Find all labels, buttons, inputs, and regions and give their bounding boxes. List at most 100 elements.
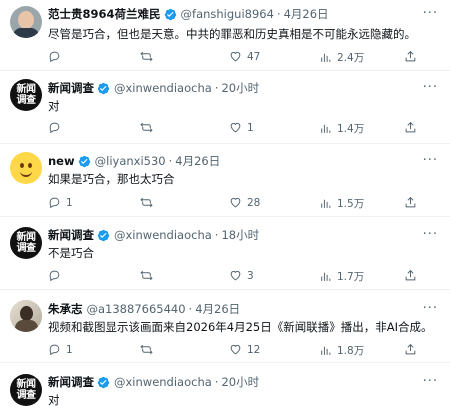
tweet-text: 如果是巧合，那也太巧合: [48, 172, 175, 186]
retweet-icon: [140, 51, 153, 62]
heart-icon: [230, 122, 241, 133]
share-icon: [405, 50, 416, 62]
like-button[interactable]: 12: [229, 343, 260, 356]
avatar[interactable]: [10, 6, 42, 38]
author-name[interactable]: 朱承志: [48, 301, 83, 317]
verified-badge-icon: [78, 155, 90, 167]
heart-icon: [230, 51, 241, 62]
timestamp[interactable]: 4月26日: [195, 301, 240, 317]
retweet-icon: [140, 344, 153, 355]
author-handle[interactable]: @xinwendiaocha: [114, 375, 212, 389]
views-button[interactable]: 1.8万: [319, 343, 364, 358]
more-options-icon[interactable]: ···: [423, 227, 438, 242]
avatar[interactable]: 新闻 调查: [10, 227, 42, 259]
more-options-icon[interactable]: ···: [423, 153, 438, 168]
author-handle[interactable]: @xinwendiaocha: [114, 228, 212, 242]
author-name[interactable]: new: [48, 154, 75, 168]
action-bar: 3 1.7万: [48, 269, 428, 285]
retweet-button[interactable]: [140, 196, 158, 209]
tweet-text: 对: [48, 99, 60, 113]
tweet-header: 朱承志 @a13887665440 · 4月26日: [48, 301, 240, 317]
tweet[interactable]: new @liyanxi530 · 4月26日 ··· 如果是巧合，那也太巧合 …: [0, 144, 450, 216]
retweet-button[interactable]: [140, 50, 158, 63]
reply-button[interactable]: [48, 269, 66, 282]
bar-chart-icon: [321, 124, 331, 133]
share-button[interactable]: [404, 50, 417, 63]
reply-button[interactable]: 1: [48, 196, 73, 209]
retweet-icon: [140, 197, 153, 208]
reply-button[interactable]: [48, 50, 66, 63]
tweet-header: 新闻调查 @xinwendiaocha · 20小时: [48, 80, 259, 96]
views-button[interactable]: 1.4万: [319, 121, 364, 136]
separator-dot: ·: [214, 81, 219, 95]
reply-button[interactable]: 1: [48, 343, 73, 356]
separator-dot: ·: [168, 154, 173, 168]
timestamp[interactable]: 4月26日: [284, 6, 329, 22]
like-button[interactable]: 1: [229, 121, 254, 134]
share-button[interactable]: [404, 269, 417, 282]
avatar[interactable]: [10, 300, 42, 332]
share-button[interactable]: [404, 121, 417, 134]
share-button[interactable]: [404, 343, 417, 356]
retweet-icon: [140, 270, 153, 281]
tweet[interactable]: 范士贵8964荷兰难民 @fanshigui8964 · 4月26日 ··· 尽…: [0, 0, 450, 70]
timestamp[interactable]: 20小时: [221, 80, 259, 96]
author-name[interactable]: 范士贵8964荷兰难民: [48, 6, 161, 22]
more-options-icon[interactable]: ···: [423, 301, 438, 316]
share-button[interactable]: [404, 196, 417, 209]
author-handle[interactable]: @a13887665440: [87, 302, 186, 316]
tweet-header: 范士贵8964荷兰难民 @fanshigui8964 · 4月26日: [48, 6, 329, 22]
more-options-icon[interactable]: ···: [423, 80, 438, 95]
views-button[interactable]: 1.5万: [319, 196, 364, 211]
author-handle[interactable]: @fanshigui8964: [181, 7, 274, 21]
avatar[interactable]: [10, 152, 42, 184]
bar-chart-icon: [321, 199, 331, 208]
reply-icon: [49, 51, 60, 63]
verified-badge-icon: [97, 82, 110, 94]
verified-badge-icon: [164, 8, 176, 20]
action-bar: 1 1.4万: [48, 121, 428, 137]
like-button[interactable]: 3: [229, 269, 254, 282]
tweet[interactable]: 新闻 调查 新闻调查 @xinwendiaocha · 20小时 ··· 对 1 …: [0, 71, 450, 143]
more-options-icon[interactable]: ···: [423, 374, 438, 389]
views-button[interactable]: 1.7万: [319, 269, 364, 284]
bar-chart-icon: [321, 346, 331, 355]
tweet-text: 对: [48, 393, 60, 407]
avatar[interactable]: 新闻 调查: [10, 374, 42, 406]
tweet[interactable]: 新闻 调查 新闻调查 @xinwendiaocha · 20小时 ··· 对: [0, 363, 450, 410]
author-name[interactable]: 新闻调查: [48, 80, 94, 96]
separator-dot: ·: [276, 7, 281, 21]
tweet[interactable]: 朱承志 @a13887665440 · 4月26日 ··· 视频和截图显示该画面…: [0, 290, 450, 362]
avatar[interactable]: 新闻 调查: [10, 79, 42, 111]
views-button[interactable]: 2.4万: [319, 50, 364, 65]
more-options-icon[interactable]: ···: [423, 6, 438, 21]
timestamp[interactable]: 18小时: [221, 227, 259, 243]
retweet-button[interactable]: [140, 121, 158, 134]
like-button[interactable]: 28: [229, 196, 260, 209]
retweet-button[interactable]: [140, 269, 158, 282]
share-icon: [405, 269, 416, 281]
share-icon: [405, 343, 416, 355]
reply-icon: [49, 270, 60, 282]
tweet-text: 视频和截图显示该画面来自2026年4月25日《新闻联播》播出，非AI合成。: [48, 320, 433, 334]
like-button[interactable]: 47: [229, 50, 260, 63]
bar-chart-icon: [321, 272, 331, 281]
heart-icon: [230, 344, 241, 355]
retweet-button[interactable]: [140, 343, 158, 356]
verified-badge-icon: [97, 229, 110, 241]
separator-dot: ·: [214, 228, 219, 242]
separator-dot: ·: [188, 302, 193, 316]
author-handle[interactable]: @liyanxi530: [95, 154, 166, 168]
timestamp[interactable]: 4月26日: [175, 153, 220, 169]
tweet-text: 不是巧合: [48, 246, 94, 260]
author-name[interactable]: 新闻调查: [48, 227, 94, 243]
bar-chart-icon: [321, 53, 331, 62]
action-bar: 1 28 1.5万: [48, 196, 428, 212]
separator-dot: ·: [214, 375, 219, 389]
reply-button[interactable]: [48, 121, 66, 134]
timestamp[interactable]: 20小时: [221, 374, 259, 390]
tweet[interactable]: 新闻 调查 新闻调查 @xinwendiaocha · 18小时 ··· 不是巧合…: [0, 217, 450, 289]
share-icon: [405, 196, 416, 208]
author-handle[interactable]: @xinwendiaocha: [114, 81, 212, 95]
author-name[interactable]: 新闻调查: [48, 374, 94, 390]
